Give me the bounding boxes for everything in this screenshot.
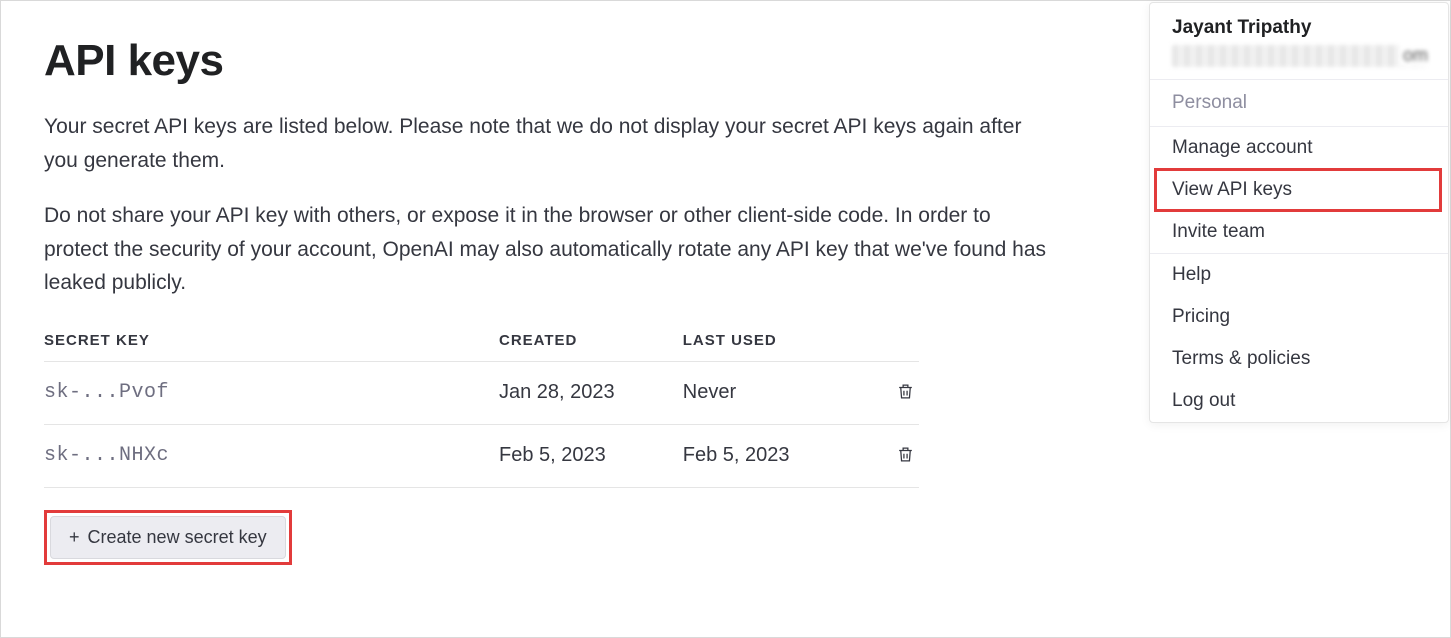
menu-item-view-api-keys[interactable]: View API keys — [1154, 168, 1442, 212]
menu-item-help[interactable]: Help — [1150, 254, 1448, 296]
menu-item-terms[interactable]: Terms & policies — [1150, 338, 1448, 380]
account-dropdown-menu: Jayant Tripathy Personal Manage account … — [1149, 2, 1449, 423]
menu-item-manage-account[interactable]: Manage account — [1150, 127, 1448, 169]
menu-item-pricing[interactable]: Pricing — [1150, 296, 1448, 338]
menu-email-blurred — [1172, 45, 1426, 67]
menu-item-invite-team[interactable]: Invite team — [1150, 211, 1448, 253]
menu-item-logout[interactable]: Log out — [1150, 380, 1448, 422]
menu-header: Jayant Tripathy — [1150, 3, 1448, 79]
menu-section-label: Personal — [1150, 80, 1448, 126]
menu-username: Jayant Tripathy — [1172, 17, 1426, 39]
